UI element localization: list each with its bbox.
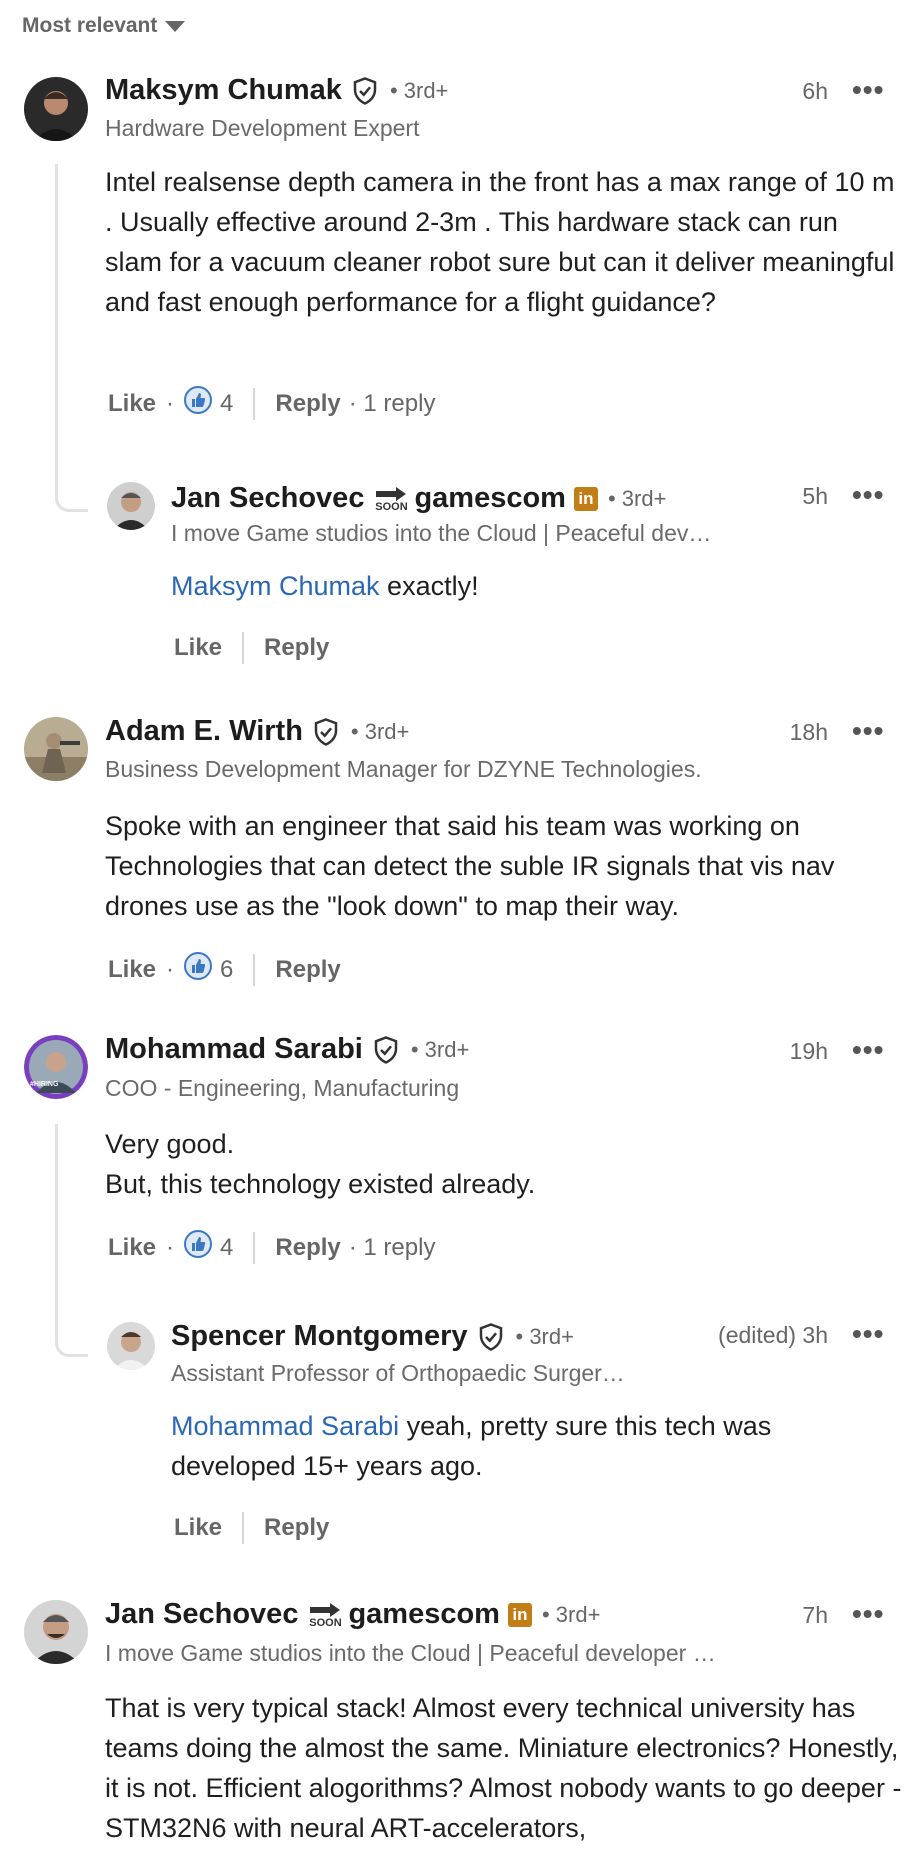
- brand-name: gamescom: [348, 1598, 500, 1630]
- reply-button[interactable]: Reply: [275, 390, 340, 418]
- thread-connector: [55, 1124, 88, 1357]
- divider: [253, 1231, 256, 1264]
- comment-time: 19h: [789, 1038, 828, 1064]
- comment-text: That is very typical stack! Almost every…: [105, 1693, 902, 1843]
- connection-degree: • 3rd+: [607, 485, 667, 511]
- avatar[interactable]: [24, 77, 88, 141]
- comment-time: 7h: [802, 1602, 828, 1628]
- comment-author-row: Jan Sechovec SOON gamescom in • 3rd+: [105, 1598, 600, 1631]
- avatar[interactable]: [107, 1322, 155, 1370]
- replies-count[interactable]: · 1 reply: [349, 1234, 436, 1262]
- status-brand: SOON gamescom: [308, 1598, 500, 1631]
- caret-down-icon: [165, 20, 186, 32]
- author-name[interactable]: Adam E. Wirth: [105, 715, 303, 748]
- reaction-count[interactable]: 6: [220, 956, 233, 984]
- comment-author-row: Maksym Chumak • 3rd+: [105, 74, 448, 107]
- comment-author-row: Adam E. Wirth • 3rd+: [105, 715, 409, 748]
- reply-actions: Like Reply: [174, 632, 329, 664]
- status-brand: SOON gamescom: [374, 482, 566, 515]
- like-button[interactable]: Like: [174, 634, 222, 662]
- reply-time: 5h: [802, 483, 828, 509]
- author-name[interactable]: Mohammad Sarabi: [105, 1033, 363, 1066]
- comment-time: 18h: [789, 719, 828, 745]
- author-name[interactable]: Jan Sechovec: [171, 482, 364, 515]
- sort-label: Most relevant: [22, 14, 158, 37]
- arrow-right-icon: SOON: [374, 486, 408, 512]
- connection-degree: • 3rd+: [410, 1036, 470, 1062]
- author-name[interactable]: Spencer Montgomery: [171, 1320, 468, 1353]
- divider: [242, 1512, 245, 1544]
- reply-button[interactable]: Reply: [275, 1234, 340, 1262]
- linkedin-badge-icon: in: [507, 1602, 532, 1627]
- reply-text: Mohammad Sarabi yeah, pretty sure this t…: [171, 1411, 772, 1481]
- connection-degree: • 3rd+: [350, 718, 410, 744]
- reaction-count[interactable]: 4: [220, 390, 233, 418]
- thumbs-up-reaction-icon[interactable]: [184, 386, 213, 421]
- divider: [253, 953, 256, 986]
- author-headline: Business Development Manager for DZYNE T…: [105, 756, 702, 782]
- comment-actions: Like · 6 Reply: [108, 952, 341, 987]
- verified-shield-icon: [350, 76, 380, 106]
- more-options-icon[interactable]: •••: [852, 1034, 884, 1066]
- avatar[interactable]: #HIRING: [24, 1035, 88, 1099]
- comment-actions: Like · 4 Reply · 1 reply: [108, 386, 435, 421]
- like-button[interactable]: Like: [108, 1234, 156, 1262]
- like-button[interactable]: Like: [108, 956, 156, 984]
- author-headline: I move Game studios into the Cloud | Pea…: [105, 1640, 716, 1666]
- more-options-icon[interactable]: •••: [852, 1598, 884, 1630]
- connection-degree: • 3rd+: [515, 1323, 574, 1349]
- mention-link[interactable]: Maksym Chumak: [171, 571, 380, 601]
- linkedin-badge-icon: in: [573, 486, 598, 511]
- thumbs-up-reaction-icon[interactable]: [184, 1230, 213, 1265]
- author-headline: I move Game studios into the Cloud | Pea…: [171, 520, 712, 546]
- reply-text: Maksym Chumak exactly!: [171, 571, 479, 601]
- avatar[interactable]: [24, 717, 88, 781]
- more-options-icon[interactable]: •••: [852, 74, 884, 106]
- verified-shield-icon: [476, 1322, 506, 1352]
- author-headline: COO - Engineering, Manufacturing: [105, 1075, 460, 1101]
- divider: [253, 387, 256, 420]
- mention-link[interactable]: Mohammad Sarabi: [171, 1411, 399, 1441]
- reply-time: (edited) 3h: [718, 1322, 828, 1348]
- comment-actions: Like · 4 Reply · 1 reply: [108, 1230, 435, 1265]
- verified-shield-icon: [311, 717, 341, 747]
- avatar[interactable]: [24, 1600, 88, 1664]
- divider: [242, 632, 245, 664]
- reply-actions: Like Reply: [174, 1512, 329, 1544]
- hiring-badge: #HIRING: [30, 1081, 59, 1088]
- reply-author-row: Jan Sechovec SOON gamescom in • 3rd+: [171, 482, 666, 515]
- connection-degree: • 3rd+: [389, 77, 449, 103]
- connection-degree: • 3rd+: [541, 1601, 601, 1627]
- author-headline: Hardware Development Expert: [105, 115, 420, 141]
- reply-button[interactable]: Reply: [264, 634, 329, 662]
- sort-dropdown[interactable]: Most relevant: [22, 14, 186, 38]
- more-options-icon[interactable]: •••: [852, 479, 884, 511]
- like-button[interactable]: Like: [174, 1514, 222, 1542]
- author-name[interactable]: Maksym Chumak: [105, 74, 342, 107]
- comment-time: 6h: [802, 78, 828, 104]
- thread-connector: [55, 164, 88, 512]
- reply-author-row: Spencer Montgomery • 3rd+: [171, 1320, 574, 1353]
- thumbs-up-reaction-icon[interactable]: [184, 952, 213, 987]
- comment-text: Spoke with an engineer that said his tea…: [105, 811, 835, 921]
- brand-name: gamescom: [414, 482, 566, 514]
- reaction-count[interactable]: 4: [220, 1234, 233, 1262]
- like-button[interactable]: Like: [108, 390, 156, 418]
- reply-button[interactable]: Reply: [264, 1514, 329, 1542]
- comment-author-row: Mohammad Sarabi • 3rd+: [105, 1033, 469, 1066]
- more-options-icon[interactable]: •••: [852, 1318, 884, 1350]
- reply-button[interactable]: Reply: [275, 956, 340, 984]
- verified-shield-icon: [371, 1035, 401, 1065]
- avatar[interactable]: [107, 482, 155, 530]
- replies-count[interactable]: · 1 reply: [349, 390, 436, 418]
- author-headline: Assistant Professor of Orthopaedic Surge…: [171, 1360, 625, 1386]
- comment-text: Very good. But, this technology existed …: [105, 1129, 536, 1199]
- comment-text: Intel realsense depth camera in the fron…: [105, 167, 895, 317]
- author-name[interactable]: Jan Sechovec: [105, 1598, 298, 1631]
- arrow-right-icon: SOON: [308, 1602, 342, 1628]
- more-options-icon[interactable]: •••: [852, 715, 884, 747]
